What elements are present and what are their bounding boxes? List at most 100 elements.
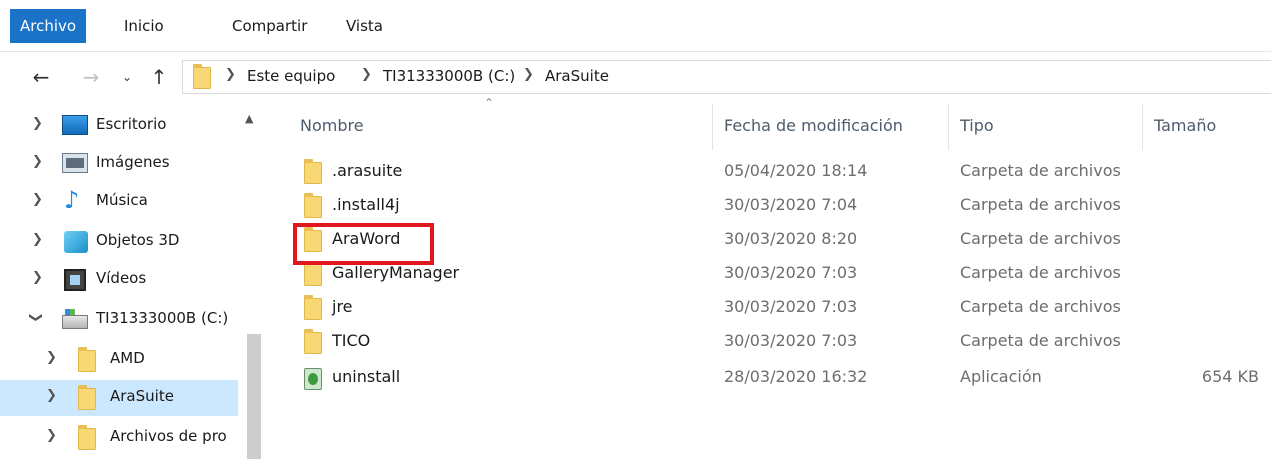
drive-icon: [62, 309, 88, 329]
sidebar-item-imagenes[interactable]: ❯ Imágenes: [0, 146, 238, 182]
file-name: jre: [332, 297, 353, 316]
folder-icon: [304, 159, 322, 184]
sidebar-item-label: Archivos de pro: [110, 427, 227, 445]
file-name: GalleryManager: [332, 263, 460, 282]
file-date: 05/04/2020 18:14: [724, 161, 868, 180]
folder-icon: [78, 425, 96, 450]
file-date: 30/03/2020 7:04: [724, 195, 858, 214]
file-date: 30/03/2020 7:03: [724, 263, 858, 282]
sidebar-item-musica[interactable]: ❯ ♪ Música: [0, 184, 238, 220]
folder-icon: [78, 385, 96, 410]
sidebar-item-arasuite[interactable]: ❯ AraSuite: [0, 380, 238, 416]
chevron-right-icon[interactable]: ❯: [32, 232, 43, 247]
address-row: ← → ⌄ ↑ ❯ Este equipo ❯ TI31333000B (C:)…: [0, 58, 1271, 96]
chevron-right-icon[interactable]: ❯: [361, 67, 372, 82]
chevron-right-icon[interactable]: ❯: [46, 350, 57, 365]
column-divider[interactable]: [948, 104, 949, 150]
sidebar-item-drive[interactable]: ❯ TI31333000B (C:): [0, 302, 238, 338]
chevron-right-icon[interactable]: ❯: [32, 270, 43, 285]
file-date: 30/03/2020 7:03: [724, 331, 858, 350]
table-row[interactable]: uninstall 28/03/2020 16:32 Aplicación 65…: [262, 362, 1271, 396]
column-header-tipo[interactable]: Tipo: [960, 116, 994, 135]
folder-icon: [78, 347, 96, 372]
column-divider[interactable]: [1142, 104, 1143, 150]
chevron-right-icon[interactable]: ❯: [225, 67, 236, 82]
file-date: 30/03/2020 7:03: [724, 297, 858, 316]
table-row[interactable]: TICO 30/03/2020 7:03 Carpeta de archivos: [262, 326, 1271, 360]
folder-icon: [304, 329, 322, 354]
file-type: Carpeta de archivos: [960, 297, 1121, 316]
tab-compartir[interactable]: Compartir: [232, 9, 307, 43]
file-name: uninstall: [332, 367, 401, 386]
chevron-right-icon[interactable]: ❯: [32, 154, 43, 169]
column-headers: ⌃ Nombre Fecha de modificación Tipo Tama…: [262, 96, 1271, 150]
folder-icon: [304, 193, 322, 218]
file-list: ⌃ Nombre Fecha de modificación Tipo Tama…: [262, 96, 1271, 459]
file-name: .arasuite: [332, 161, 403, 180]
chevron-right-icon[interactable]: ❯: [523, 67, 534, 82]
folder-icon: [304, 261, 322, 286]
up-arrow-icon[interactable]: ↑: [146, 64, 172, 90]
table-row[interactable]: .arasuite 05/04/2020 18:14 Carpeta de ar…: [262, 156, 1271, 190]
file-date: 30/03/2020 8:20: [724, 229, 858, 248]
3d-objects-icon: [64, 231, 88, 253]
sidebar-item-label: Imágenes: [96, 153, 170, 171]
file-type: Carpeta de archivos: [960, 331, 1121, 350]
file-date: 28/03/2020 16:32: [724, 367, 868, 386]
file-type: Carpeta de archivos: [960, 161, 1121, 180]
images-icon: [62, 153, 88, 173]
table-row[interactable]: jre 30/03/2020 7:03 Carpeta de archivos: [262, 292, 1271, 326]
chevron-down-icon[interactable]: ❯: [28, 312, 43, 323]
column-divider[interactable]: [712, 104, 713, 150]
tab-archivo[interactable]: Archivo: [10, 9, 87, 43]
file-type: Carpeta de archivos: [960, 229, 1121, 248]
navigation-pane: ❯ Escritorio ❯ Imágenes ❯ ♪ Música ❯ Obj…: [0, 108, 262, 459]
folder-icon: [193, 64, 211, 89]
sidebar-item-label: AMD: [110, 349, 145, 367]
chevron-right-icon[interactable]: ❯: [46, 388, 57, 403]
ribbon: Archivo Inicio Compartir Vista: [0, 0, 1271, 52]
column-header-fecha[interactable]: Fecha de modificación: [724, 116, 903, 135]
forward-arrow-icon[interactable]: →: [78, 64, 104, 90]
sidebar-item-label: Objetos 3D: [96, 231, 180, 249]
file-name: .install4j: [332, 195, 400, 214]
sidebar-item-label: AraSuite: [110, 387, 174, 405]
breadcrumb-drive[interactable]: TI31333000B (C:): [383, 67, 515, 85]
highlight-box: [293, 223, 434, 265]
back-arrow-icon[interactable]: ←: [28, 64, 54, 90]
chevron-right-icon[interactable]: ❯: [46, 428, 57, 443]
sidebar-item-label: TI31333000B (C:): [96, 309, 229, 327]
column-header-tamano[interactable]: Tamaño: [1154, 116, 1216, 135]
file-type: Carpeta de archivos: [960, 263, 1121, 282]
music-icon: ♪: [64, 186, 80, 214]
application-icon: [304, 368, 322, 390]
navpane-scrollbar[interactable]: ▲: [240, 108, 262, 459]
scroll-up-icon[interactable]: ▲: [245, 112, 253, 125]
breadcrumb-este-equipo[interactable]: Este equipo: [247, 67, 335, 85]
sidebar-item-escritorio[interactable]: ❯ Escritorio: [0, 108, 238, 144]
chevron-right-icon[interactable]: ❯: [32, 116, 43, 131]
sidebar-item-videos[interactable]: ❯ Vídeos: [0, 262, 238, 298]
sidebar-item-amd[interactable]: ❯ AMD: [0, 342, 238, 378]
sidebar-item-label: Escritorio: [96, 115, 167, 133]
scrollbar-thumb[interactable]: [247, 334, 261, 459]
column-header-nombre[interactable]: Nombre: [300, 116, 364, 135]
sidebar-item-label: Música: [96, 191, 148, 209]
sidebar-item-archivos-de-programa[interactable]: ❯ Archivos de pro: [0, 420, 238, 456]
sidebar-item-label: Vídeos: [96, 269, 147, 287]
table-row[interactable]: .install4j 30/03/2020 7:04 Carpeta de ar…: [262, 190, 1271, 224]
file-name: TICO: [332, 331, 371, 350]
tab-vista[interactable]: Vista: [346, 9, 383, 43]
breadcrumb-arasuite[interactable]: AraSuite: [545, 67, 609, 85]
videos-icon: [64, 269, 86, 291]
sidebar-item-objetos-3d[interactable]: ❯ Objetos 3D: [0, 224, 238, 260]
address-bar[interactable]: ❯ Este equipo ❯ TI31333000B (C:) ❯ AraSu…: [182, 60, 1271, 94]
chevron-down-icon[interactable]: ⌄: [114, 64, 140, 90]
sort-ascending-icon: ⌃: [484, 96, 495, 110]
tab-inicio[interactable]: Inicio: [124, 9, 164, 43]
chevron-right-icon[interactable]: ❯: [32, 192, 43, 207]
folder-icon: [304, 295, 322, 320]
file-type: Aplicación: [960, 367, 1042, 386]
desktop-icon: [62, 115, 88, 135]
file-size: 654 KB: [1201, 367, 1259, 386]
